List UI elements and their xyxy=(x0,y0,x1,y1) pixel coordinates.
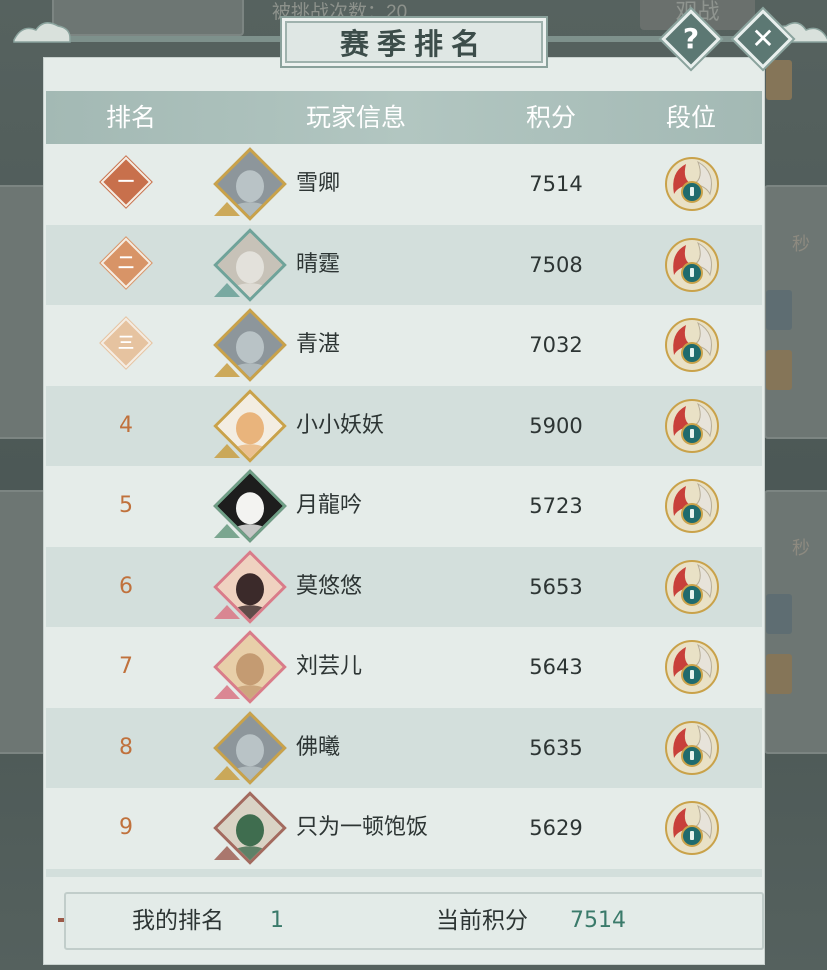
column-header-rank: 排名 xyxy=(105,103,156,132)
player-name: 刘芸儿 xyxy=(296,654,363,679)
avatar-ornament-icon xyxy=(214,363,240,377)
cat-gold-frame-icon[interactable] xyxy=(213,388,287,463)
player-score: 5900 xyxy=(529,413,583,438)
player-name: 雪卿 xyxy=(296,171,341,196)
background-side-text-2: 秒 xyxy=(792,538,810,559)
rank-number: 4 xyxy=(119,412,133,438)
rank-number: 8 xyxy=(119,734,133,760)
table-row[interactable]: 4 小小妖妖 5900 xyxy=(46,385,762,466)
rank-number: 6 xyxy=(119,573,133,599)
column-header-score: 积分 xyxy=(525,103,576,132)
player-name: 小小妖妖 xyxy=(296,412,385,438)
dragon-orb-tier-icon[interactable] xyxy=(664,154,720,214)
background-card-left xyxy=(0,185,48,439)
player-score: 5635 xyxy=(529,735,583,760)
panda-green-frame-icon[interactable] xyxy=(213,469,287,543)
rank-number: 三 xyxy=(117,333,134,352)
player-score: 7514 xyxy=(529,172,583,196)
my-rank-value: 1 xyxy=(270,908,284,933)
rabbit-blossom-frame-icon[interactable] xyxy=(213,630,287,704)
table-row[interactable]: 9 只为一顿饱饭 5629 xyxy=(46,788,762,868)
table-row[interactable]: 6 莫悠悠 5653 xyxy=(46,546,762,627)
avatar-ornament-icon xyxy=(214,765,240,780)
ranking-table-header: 排名 玩家信息 积分 段位 xyxy=(46,91,762,144)
avatar-ornament-icon xyxy=(214,604,240,619)
table-row-partial xyxy=(46,868,762,877)
question-mark-icon: ? xyxy=(682,22,700,55)
my-rank-label: 我的排名 xyxy=(132,908,224,934)
close-button[interactable]: ✕ xyxy=(733,9,793,69)
background-button xyxy=(766,350,792,390)
table-row[interactable]: 一 雪卿 7514 xyxy=(46,144,762,224)
table-row[interactable]: 5 月龍吟 5723 xyxy=(46,466,762,546)
current-score-label: 当前积分 xyxy=(436,908,528,934)
player-name: 莫悠悠 xyxy=(296,573,363,599)
silver-hair-man-gold-frame-icon[interactable] xyxy=(213,147,287,221)
player-name: 月龍吟 xyxy=(296,493,363,518)
rank-number: 9 xyxy=(119,815,133,840)
player-score: 7032 xyxy=(529,333,583,357)
column-header-player-info: 玩家信息 xyxy=(305,103,406,132)
player-name: 青湛 xyxy=(296,332,341,357)
silver-hair-man-gold-frame-icon[interactable] xyxy=(213,308,287,382)
background-button xyxy=(766,654,792,694)
white-hair-man-teal-frame-icon[interactable] xyxy=(213,227,287,302)
dragon-orb-tier-icon[interactable] xyxy=(664,476,720,536)
lady-blossom-frame-icon[interactable] xyxy=(213,549,287,624)
column-header-tier: 段位 xyxy=(665,103,716,132)
avatar-ornament-icon xyxy=(214,846,240,860)
player-name: 只为一顿饱饭 xyxy=(296,815,429,840)
rank-number: 5 xyxy=(119,493,133,518)
avatar-ornament-icon xyxy=(214,202,240,216)
background-side-text-1: 秒 xyxy=(792,234,810,255)
player-name: 晴霆 xyxy=(296,251,341,277)
player-score: 5629 xyxy=(529,816,583,840)
help-button[interactable]: ? xyxy=(661,9,721,69)
my-ranking-bar: 我的排名 1 当前积分 7514 xyxy=(64,892,764,950)
background-button xyxy=(766,290,792,330)
table-row[interactable]: 8 佛曦 5635 xyxy=(46,707,762,788)
background-card-top-left xyxy=(52,0,244,36)
duck-blossom-frame-icon[interactable] xyxy=(213,791,287,865)
title-wing-left xyxy=(60,36,282,42)
avatar-ornament-icon xyxy=(214,443,240,458)
table-row[interactable]: 7 刘芸儿 5643 xyxy=(46,627,762,707)
player-score: 7508 xyxy=(529,252,583,277)
rank-number: 二 xyxy=(117,252,134,272)
dragon-orb-tier-icon[interactable] xyxy=(664,718,720,778)
player-score: 5643 xyxy=(529,655,583,679)
rank-number: 一 xyxy=(117,172,134,191)
avatar-ornament-icon xyxy=(214,685,240,699)
avatar-ornament-icon xyxy=(214,524,240,538)
silver-hair-man-gold-frame-icon[interactable] xyxy=(213,710,287,785)
background-card-left xyxy=(0,490,48,754)
player-score: 5723 xyxy=(529,494,583,518)
current-score-value: 7514 xyxy=(570,908,626,933)
avatar-ornament-icon xyxy=(214,282,240,297)
table-row[interactable]: 三 青湛 7032 xyxy=(46,305,762,385)
background-button xyxy=(766,60,792,100)
player-score: 5653 xyxy=(529,574,583,599)
background-button xyxy=(766,594,792,634)
cloud-ornament-icon xyxy=(13,22,71,43)
panel-title: 赛季排名 xyxy=(280,16,548,68)
dragon-orb-tier-icon[interactable] xyxy=(664,235,720,295)
dragon-orb-tier-icon[interactable] xyxy=(664,557,720,617)
ranking-list[interactable]: 一 雪卿 7514 二 晴霆 7508 三 青湛 7032 4 小小妖妖 5900 5 月龍吟 5723 6 莫… xyxy=(46,144,762,877)
dragon-orb-tier-icon[interactable] xyxy=(664,798,720,858)
dragon-orb-tier-icon[interactable] xyxy=(664,396,720,456)
player-name: 佛曦 xyxy=(296,734,341,760)
close-icon: ✕ xyxy=(751,22,775,55)
dragon-orb-tier-icon[interactable] xyxy=(664,315,720,375)
table-row[interactable]: 二 晴霆 7508 xyxy=(46,224,762,305)
rank-number: 7 xyxy=(119,654,133,679)
dragon-orb-tier-icon[interactable] xyxy=(664,637,720,697)
